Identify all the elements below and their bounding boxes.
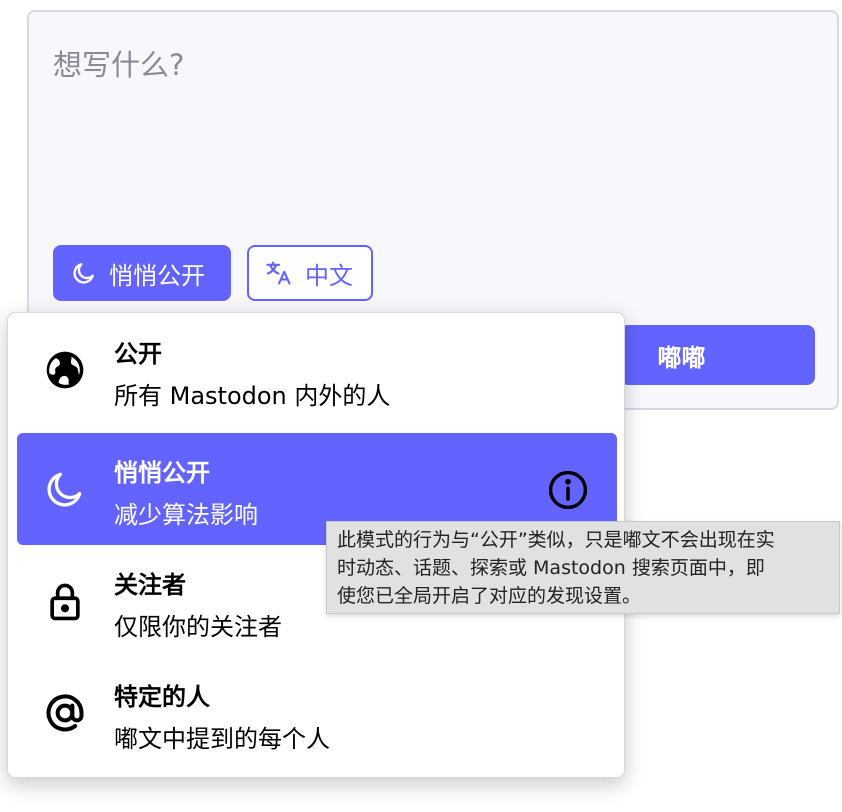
language-button[interactable]: 中文: [247, 245, 373, 301]
option-description: 仅限你的关注者: [114, 613, 282, 641]
at-icon: [43, 691, 87, 735]
translate-icon: [265, 259, 293, 287]
tooltip-line: 使您已全局开启了对应的发现设置。: [337, 585, 642, 607]
visibility-option-direct[interactable]: 特定的人 嘟文中提到的每个人: [17, 657, 617, 769]
submit-button-label: 嘟嘟: [657, 343, 706, 372]
option-title: 关注者: [114, 571, 186, 599]
language-button-label: 中文: [305, 261, 353, 290]
tooltip-line: 此模式的行为与“公开”类似，只是嘟文不会出现在实: [337, 529, 775, 551]
visibility-button-label: 悄悄公开: [109, 261, 205, 290]
option-description: 嘟文中提到的每个人: [114, 725, 330, 753]
lock-icon: [43, 579, 87, 623]
info-tooltip: 此模式的行为与“公开”类似，只是嘟文不会出现在实 时动态、话题、探索或 Mast…: [326, 521, 840, 614]
moon-icon: [71, 260, 97, 286]
tooltip-line: 时动态、话题、探索或 Mastodon 搜索页面中，即: [337, 557, 765, 579]
submit-button[interactable]: 嘟嘟: [620, 325, 815, 385]
visibility-button[interactable]: 悄悄公开: [53, 245, 231, 301]
option-title: 特定的人: [114, 683, 210, 711]
option-description: 所有 Mastodon 内外的人: [114, 382, 391, 410]
option-title: 悄悄公开: [114, 459, 210, 487]
globe-icon: [43, 348, 87, 392]
info-icon[interactable]: [546, 468, 590, 512]
moon-icon: [43, 467, 87, 511]
option-title: 公开: [114, 340, 162, 368]
visibility-option-public[interactable]: 公开 所有 Mastodon 内外的人: [17, 314, 617, 426]
compose-textarea[interactable]: 想写什么?: [53, 42, 184, 84]
option-description: 减少算法影响: [114, 501, 258, 529]
